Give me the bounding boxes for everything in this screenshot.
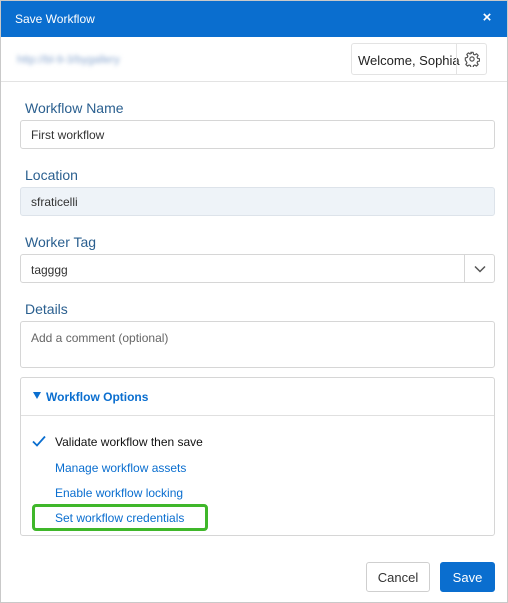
worker-tag-value: tagggg [31, 263, 68, 277]
validate-label[interactable]: Validate workflow then save [55, 435, 203, 449]
details-label: Details [25, 301, 68, 317]
settings-button[interactable] [456, 44, 486, 74]
location-label: Location [25, 167, 78, 183]
worker-tag-label: Worker Tag [25, 234, 97, 250]
save-button[interactable]: Save [440, 562, 495, 592]
workflow-options-title: Workflow Options [46, 390, 149, 404]
worker-tag-dropdown-button[interactable] [464, 255, 494, 282]
location-input[interactable] [20, 187, 495, 216]
workflow-name-input[interactable] [20, 120, 495, 149]
user-menu: Welcome, Sophia [351, 43, 487, 75]
gallery-url: http://bl-9-3/bygallery [17, 54, 120, 66]
workflow-name-label: Workflow Name [25, 100, 124, 116]
cancel-button[interactable]: Cancel [366, 562, 430, 592]
checkmark-icon [32, 435, 46, 447]
worker-tag-select[interactable]: tagggg [20, 254, 495, 283]
welcome-text: Welcome, Sophia [358, 53, 460, 68]
title-bar: Save Workflow × [1, 1, 507, 37]
close-icon[interactable]: × [479, 9, 495, 27]
workflow-options-toggle[interactable]: Workflow Options [21, 378, 494, 416]
details-textarea[interactable] [20, 321, 495, 368]
gear-icon [464, 51, 480, 67]
dialog-title: Save Workflow [15, 12, 95, 26]
validate-checkbox[interactable] [30, 432, 48, 450]
credentials-highlight [32, 504, 208, 531]
gallery-header: http://bl-9-3/bygallery Welcome, Sophia [1, 37, 507, 82]
workflow-options-panel: Workflow Options Validate workflow then … [20, 377, 495, 536]
caret-down-icon [33, 392, 41, 399]
enable-locking-link[interactable]: Enable workflow locking [55, 486, 183, 500]
save-workflow-dialog: Save Workflow × http://bl-9-3/bygallery … [0, 0, 508, 603]
chevron-down-icon [473, 265, 486, 273]
manage-assets-link[interactable]: Manage workflow assets [55, 461, 186, 475]
